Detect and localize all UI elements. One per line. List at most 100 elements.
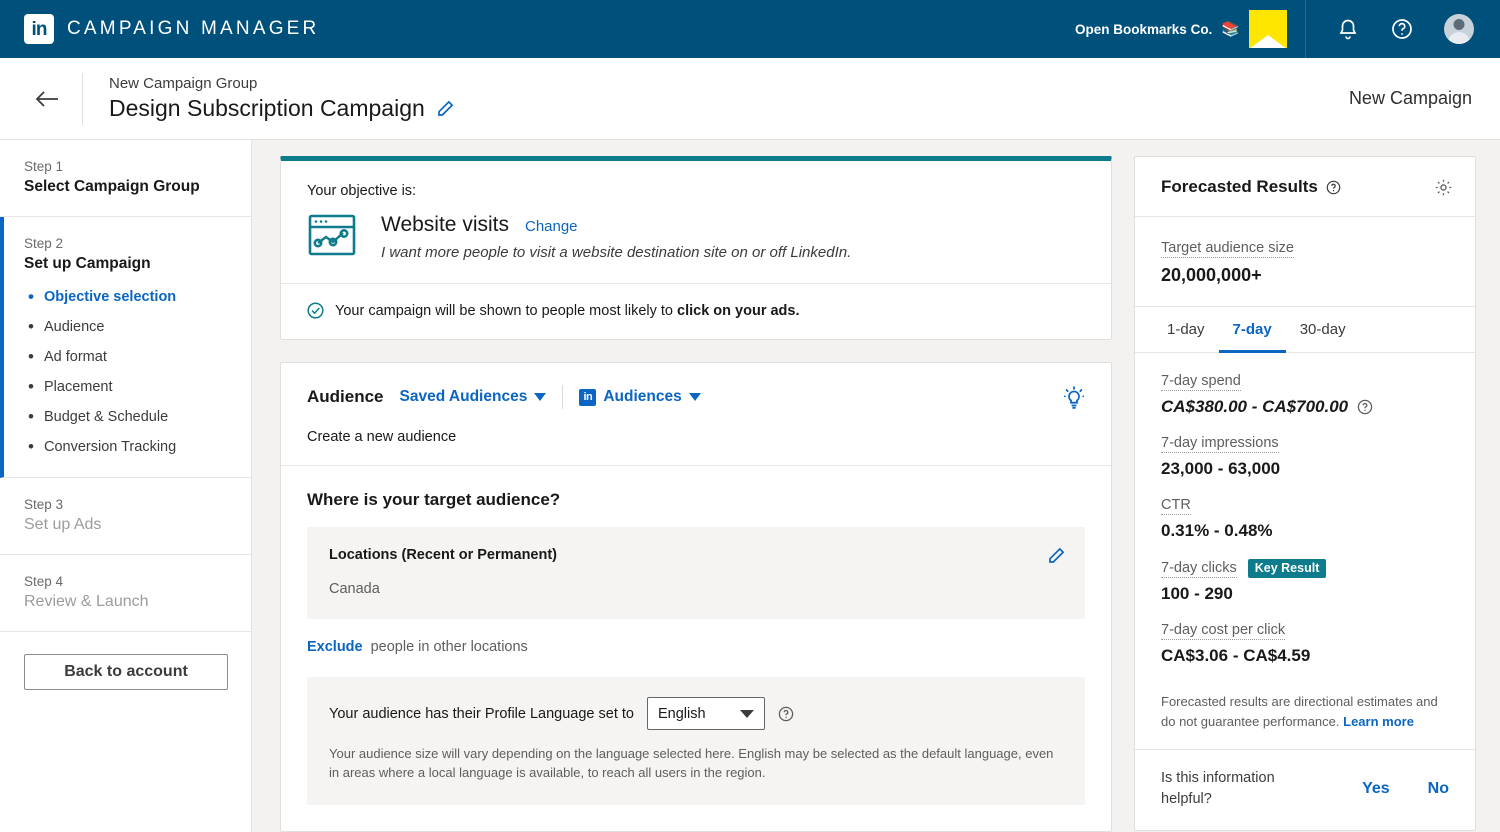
- tab-7-day[interactable]: 7-day: [1218, 307, 1286, 353]
- forecast-rail: Forecasted Results Target audience size …: [1134, 140, 1500, 832]
- learn-more-link[interactable]: Learn more: [1343, 714, 1414, 729]
- metric-spend: 7-day spend CA$380.00 - CA$700.00: [1161, 373, 1449, 417]
- notifications-bell-icon[interactable]: [1336, 17, 1360, 41]
- forecast-help-circle-icon[interactable]: [1326, 180, 1341, 195]
- app-window: in CAMPAIGN MANAGER Open Bookmarks Co. 📚: [0, 0, 1500, 832]
- exclude-link[interactable]: Exclude: [307, 639, 363, 655]
- help-circle-icon[interactable]: [1390, 17, 1414, 41]
- lightbulb-icon[interactable]: [1063, 385, 1085, 411]
- locations-value: Canada: [329, 581, 380, 597]
- audience-card: Audience Saved Audiences in Audiences Cr…: [280, 362, 1112, 832]
- account-switcher[interactable]: Open Bookmarks Co. 📚: [1075, 0, 1305, 58]
- profile-language-prefix: Your audience has their Profile Language…: [329, 705, 634, 722]
- profile-language-value: English: [658, 705, 706, 722]
- sidebar-item-ad-format[interactable]: Ad format: [24, 347, 225, 379]
- step-name: Set up Ads: [24, 516, 102, 533]
- sidebar-step-4[interactable]: Step 4 Review & Launch: [0, 555, 251, 632]
- locations-title: Locations (Recent or Permanent): [329, 547, 558, 563]
- website-visits-icon: [307, 213, 357, 257]
- new-campaign-label: New Campaign: [1348, 88, 1472, 108]
- metric-value: 100 - 290: [1161, 584, 1233, 603]
- profile-language-box: Your audience has their Profile Language…: [307, 677, 1085, 805]
- metric-value: CA$380.00 - CA$700.00: [1161, 397, 1349, 416]
- objective-card: Your objective is: Website visits Change…: [280, 156, 1112, 340]
- forecast-title: Forecasted Results: [1161, 177, 1318, 196]
- metric-label: 7-day spend: [1161, 373, 1241, 391]
- profile-language-note: Your audience size will vary depending o…: [329, 746, 1054, 780]
- page-body: Step 1 Select Campaign Group Step 2 Set …: [0, 140, 1500, 832]
- audience-divider: [562, 385, 564, 409]
- step-label: Step 2: [24, 236, 64, 251]
- objective-note-bold: click on your ads.: [677, 302, 800, 319]
- audience-subtitle: Create a new audience: [307, 429, 457, 445]
- metric-value-row: 0.31% - 0.48%: [1161, 521, 1449, 541]
- metric-value-row: CA$3.06 - CA$4.59: [1161, 646, 1449, 666]
- metric-value: 23,000 - 63,000: [1161, 459, 1281, 478]
- top-navigation-bar: in CAMPAIGN MANAGER Open Bookmarks Co. 📚: [0, 0, 1500, 58]
- gear-icon[interactable]: [1434, 178, 1453, 197]
- linkedin-icon: in: [24, 14, 54, 44]
- objective-note-prefix: Your campaign will be shown to people mo…: [335, 302, 678, 319]
- user-avatar[interactable]: [1444, 14, 1474, 44]
- sidebar-step-2[interactable]: Step 2 Set up Campaign Objective selecti…: [0, 217, 251, 478]
- audience-title: Audience: [307, 387, 384, 406]
- top-nav-icon-group: [1305, 0, 1500, 58]
- target-audience-question: Where is your target audience?: [307, 490, 561, 509]
- target-audience-size-label: Target audience size: [1161, 240, 1294, 258]
- main-content: Your objective is: Website visits Change…: [252, 140, 1134, 832]
- back-to-account-button[interactable]: Back to account: [24, 654, 228, 690]
- edit-locations-pencil-icon[interactable]: [1048, 547, 1065, 564]
- saved-audiences-dropdown[interactable]: Saved Audiences: [400, 388, 547, 406]
- sidebar-step-3[interactable]: Step 3 Set up Ads: [0, 478, 251, 555]
- brand[interactable]: in CAMPAIGN MANAGER: [24, 14, 319, 44]
- back-to-account-wrap: Back to account: [0, 632, 251, 712]
- spend-help-circle-icon[interactable]: [1357, 399, 1373, 415]
- brand-title: CAMPAIGN MANAGER: [67, 18, 320, 39]
- saved-audiences-label: Saved Audiences: [399, 388, 528, 405]
- audiences-dropdown[interactable]: in Audiences: [579, 388, 701, 406]
- status-badge: Key Result: [1247, 559, 1327, 578]
- substep-list: Objective selection Audience Ad format P…: [24, 287, 225, 457]
- sidebar-item-audience[interactable]: Audience: [24, 317, 225, 349]
- step-name: Review & Launch: [24, 593, 149, 610]
- sidebar-item-budget-schedule[interactable]: Budget & Schedule: [24, 407, 225, 439]
- objective-note-text: Your campaign will be shown to people mo…: [335, 303, 800, 319]
- objective-name: Website visits: [381, 213, 509, 236]
- metric-value-row: CA$380.00 - CA$700.00: [1161, 397, 1449, 417]
- metric-label: 7-day cost per click: [1161, 622, 1286, 640]
- step-label: Step 4: [24, 574, 64, 589]
- step-name: Select Campaign Group: [24, 178, 200, 195]
- sidebar-item-objective-selection[interactable]: Objective selection: [24, 287, 225, 319]
- feedback-yes-button[interactable]: Yes: [1362, 780, 1390, 798]
- metric-value-row: 100 - 290: [1161, 584, 1449, 604]
- target-audience-size-block: Target audience size 20,000,000+: [1135, 217, 1475, 307]
- tab-30-day[interactable]: 30-day: [1286, 307, 1360, 353]
- step-name: Set up Campaign: [24, 255, 151, 272]
- objective-lead: Your objective is:: [307, 183, 417, 199]
- objective-note: Your campaign will be shown to people mo…: [281, 283, 1111, 339]
- sidebar-step-1[interactable]: Step 1 Select Campaign Group: [0, 140, 251, 217]
- profile-language-select[interactable]: English: [647, 697, 765, 730]
- forecast-disclaimer: Forecasted results are directional estim…: [1135, 688, 1475, 750]
- back-arrow-icon[interactable]: [30, 82, 64, 116]
- bookmark-logo-icon: [1249, 10, 1287, 48]
- header-divider: [82, 72, 83, 125]
- change-objective-link[interactable]: Change: [525, 218, 578, 235]
- sidebar-item-placement[interactable]: Placement: [24, 377, 225, 409]
- books-emoji-icon: 📚: [1221, 21, 1240, 38]
- metric-cost-per-click: 7-day cost per click CA$3.06 - CA$4.59: [1161, 622, 1449, 666]
- sidebar-item-conversion-tracking[interactable]: Conversion Tracking: [24, 437, 225, 457]
- profile-language-help-icon[interactable]: [778, 706, 794, 722]
- chevron-down-icon: [740, 709, 754, 718]
- tab-1-day[interactable]: 1-day: [1153, 307, 1219, 353]
- metric-value-row: 23,000 - 63,000: [1161, 459, 1449, 479]
- pencil-icon[interactable]: [437, 100, 454, 117]
- objective-description: I want more people to visit a website de…: [381, 244, 852, 261]
- step-label: Step 3: [24, 497, 64, 512]
- forecast-tabs: 1-day 7-day 30-day: [1135, 307, 1475, 353]
- feedback-no-button[interactable]: No: [1428, 780, 1449, 798]
- chevron-down-icon: [688, 393, 701, 401]
- exclude-row: Exclude people in other locations: [307, 639, 1085, 655]
- metric-clicks: 7-day clicks Key Result 100 - 290: [1161, 559, 1449, 604]
- campaign-group-label: New Campaign Group: [109, 75, 258, 92]
